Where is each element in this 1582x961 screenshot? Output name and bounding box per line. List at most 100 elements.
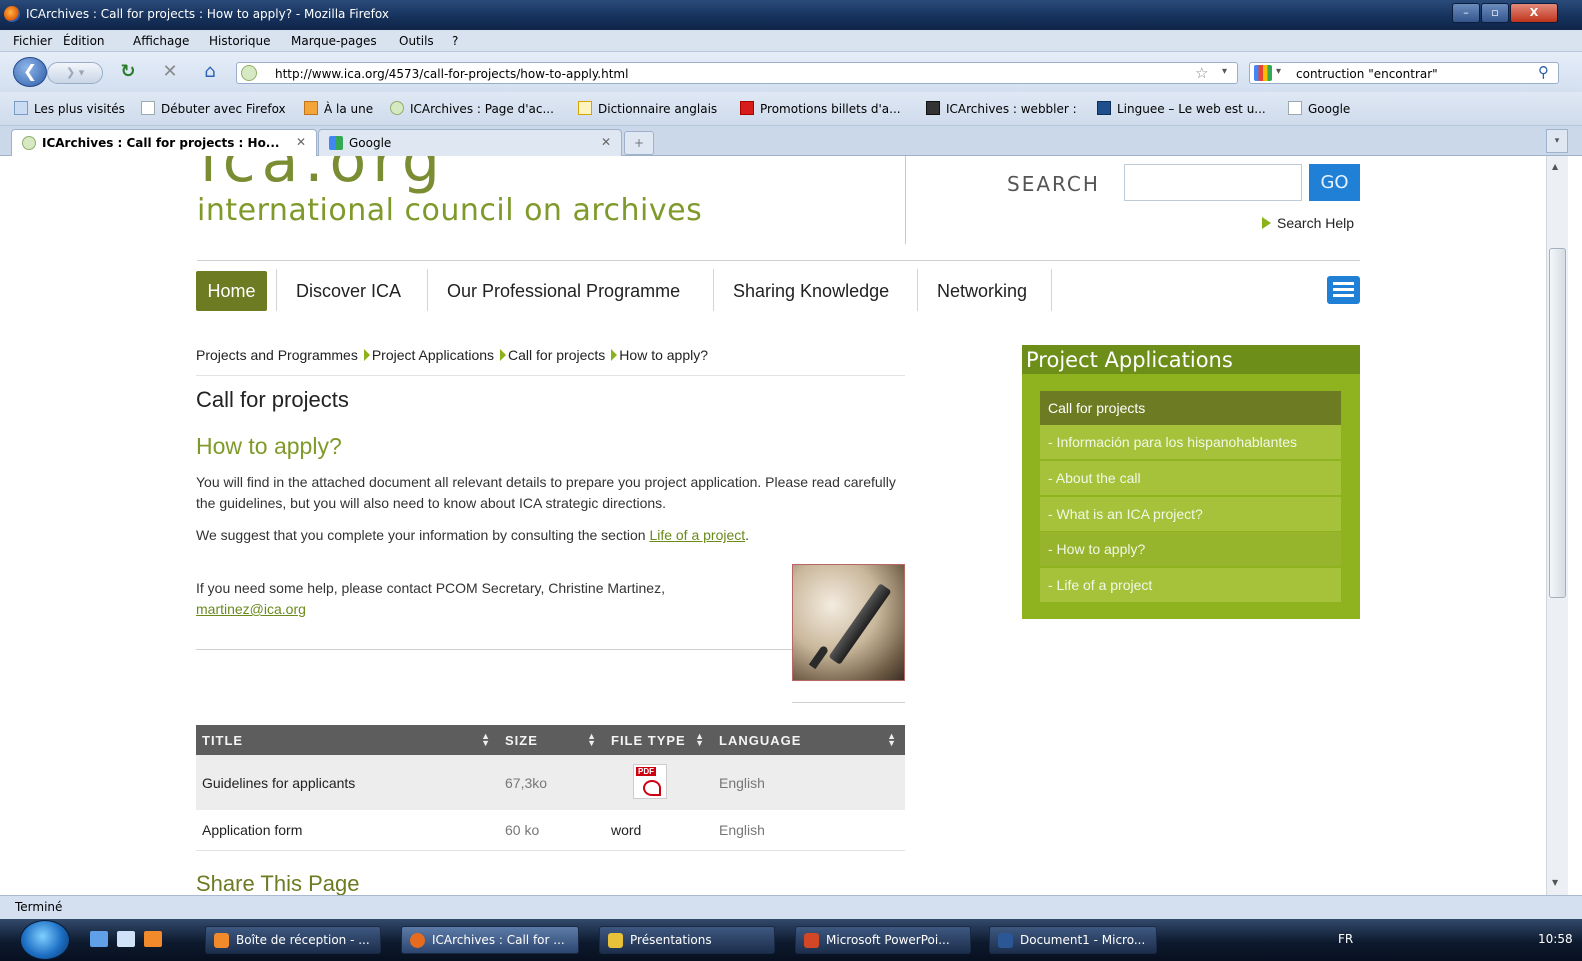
bookmark-getting-started[interactable]: Débuter avec Firefox bbox=[141, 101, 286, 116]
maximize-button[interactable]: ▫ bbox=[1481, 3, 1509, 23]
column-header-language[interactable]: LANGUAGE ▲ ▼ bbox=[713, 725, 905, 755]
status-text: Terminé bbox=[15, 900, 63, 914]
scroll-thumb[interactable] bbox=[1549, 248, 1566, 598]
back-button[interactable]: ❮ bbox=[13, 57, 47, 87]
scroll-down-icon[interactable]: ▼ bbox=[1552, 878, 1558, 887]
forward-button[interactable]: ❯ ▾ bbox=[47, 62, 103, 84]
breadcrumb-item[interactable]: Project Applications bbox=[372, 347, 494, 363]
site-identity-icon[interactable] bbox=[241, 65, 257, 81]
menu-historique[interactable]: Historique bbox=[209, 34, 271, 48]
vertical-scrollbar[interactable]: ▲ ▼ bbox=[1546, 156, 1568, 895]
search-help-link[interactable]: Search Help bbox=[1262, 215, 1354, 231]
breadcrumb-item[interactable]: Call for projects bbox=[508, 347, 605, 363]
menu-help[interactable]: ? bbox=[452, 34, 458, 48]
doc-type[interactable]: word bbox=[605, 810, 713, 851]
url-text[interactable]: http://www.ica.org/4573/call-for-project… bbox=[275, 67, 628, 81]
menu-marque-pages[interactable]: Marque-pages bbox=[291, 34, 377, 48]
url-bar[interactable]: http://www.ica.org/4573/call-for-project… bbox=[236, 62, 1238, 84]
contact-email-link[interactable]: martinez@ica.org bbox=[196, 601, 306, 617]
page-subtitle: How to apply? bbox=[196, 433, 342, 459]
bookmark-linguee[interactable]: Linguee – Le web est u... bbox=[1097, 101, 1266, 116]
sort-icon[interactable]: ▲ ▼ bbox=[587, 732, 597, 748]
search-engine-dropdown[interactable]: ▾ bbox=[1276, 66, 1281, 77]
search-icon[interactable]: ⚲ bbox=[1538, 63, 1549, 81]
nav-networking[interactable]: Networking bbox=[937, 271, 1027, 311]
powerpoint-icon bbox=[804, 933, 819, 948]
sort-icon[interactable]: ▲ ▼ bbox=[887, 732, 897, 748]
show-desktop-icon[interactable] bbox=[90, 931, 108, 947]
table-row[interactable]: Guidelines for applicants 67,3ko English bbox=[196, 755, 905, 810]
taskbar-item-inbox[interactable]: Boîte de réception - ... bbox=[205, 926, 381, 954]
nav-professional-programme[interactable]: Our Professional Programme bbox=[447, 271, 680, 311]
site-search-input[interactable] bbox=[1124, 164, 1302, 201]
table-row[interactable]: Application form 60 ko word English bbox=[196, 810, 905, 851]
column-header-size[interactable]: SIZE ▲ ▼ bbox=[499, 725, 605, 755]
sidebar-item-life-of-project[interactable]: - Life of a project bbox=[1040, 568, 1341, 602]
menu-outils[interactable]: Outils bbox=[399, 34, 434, 48]
sidebar-item-about-the-call[interactable]: - About the call bbox=[1040, 461, 1341, 495]
tab-list-button[interactable]: ▾ bbox=[1546, 129, 1568, 153]
ica-logo[interactable]: ica.org bbox=[200, 156, 446, 196]
status-bar: Terminé bbox=[0, 895, 1582, 919]
breadcrumb-item[interactable]: Projects and Programmes bbox=[196, 347, 358, 363]
sidebar-item-what-is-project[interactable]: - What is an ICA project? bbox=[1040, 497, 1341, 531]
minimize-button[interactable]: – bbox=[1452, 3, 1480, 23]
sort-icon[interactable]: ▲ ▼ bbox=[695, 732, 705, 748]
bookmark-google[interactable]: Google bbox=[1288, 101, 1350, 116]
menu-fichier[interactable]: Fichier bbox=[13, 34, 52, 48]
tab-google[interactable]: Google ✕ bbox=[318, 129, 622, 156]
menu-list-icon[interactable] bbox=[1327, 276, 1360, 304]
nav-sharing-knowledge[interactable]: Sharing Knowledge bbox=[733, 271, 889, 311]
taskbar-item-powerpoint[interactable]: Microsoft PowerPoi... bbox=[795, 926, 971, 954]
reload-icon[interactable]: ↻ bbox=[116, 61, 140, 83]
language-indicator[interactable]: FR bbox=[1338, 932, 1353, 946]
taskbar-item-firefox[interactable]: ICArchives : Call for ... bbox=[401, 926, 579, 954]
sidebar-item-call-for-projects[interactable]: Call for projects bbox=[1040, 391, 1341, 425]
taskbar-item-word[interactable]: Document1 - Micro... bbox=[989, 926, 1157, 954]
search-bar-value[interactable]: contruction "encontrar" bbox=[1296, 67, 1438, 81]
new-tab-button[interactable]: + bbox=[624, 131, 654, 155]
close-button[interactable]: X bbox=[1510, 3, 1558, 23]
menu-edition[interactable]: Édition bbox=[63, 34, 105, 48]
menu-affichage[interactable]: Affichage bbox=[133, 34, 189, 48]
nav-discover-ica[interactable]: Discover ICA bbox=[296, 271, 401, 311]
doc-language: English bbox=[713, 810, 905, 851]
google-engine-icon[interactable] bbox=[1254, 65, 1272, 81]
home-icon[interactable]: ⌂ bbox=[198, 61, 222, 83]
doc-title[interactable]: Guidelines for applicants bbox=[196, 755, 499, 810]
bookmark-dictionnaire[interactable]: Dictionnaire anglais bbox=[578, 101, 717, 116]
url-history-dropdown[interactable]: ▾ bbox=[1222, 66, 1227, 77]
doc-title[interactable]: Application form bbox=[196, 810, 499, 851]
nav-divider bbox=[276, 269, 277, 311]
thunderbird-icon[interactable] bbox=[144, 931, 162, 947]
sidebar-item-how-to-apply[interactable]: - How to apply? bbox=[1040, 532, 1341, 566]
column-header-title[interactable]: TITLE ▲ ▼ bbox=[196, 725, 499, 755]
bookmark-promotions[interactable]: Promotions billets d'a... bbox=[740, 101, 901, 116]
bookmark-most-visited[interactable]: Les plus visités bbox=[14, 101, 125, 116]
contact-paragraph: If you need some help, please contact PC… bbox=[196, 580, 665, 617]
taskbar-item-presentations[interactable]: Présentations bbox=[599, 926, 775, 954]
search-go-button[interactable]: GO bbox=[1309, 164, 1360, 201]
tab-icarchives[interactable]: ICArchives : Call for projects : Ho... ✕ bbox=[11, 129, 317, 156]
fountain-pen-image bbox=[792, 564, 905, 681]
bookmark-star-icon[interactable]: ☆ bbox=[1195, 64, 1208, 82]
search-bar[interactable]: ▾ contruction "encontrar" ⚲ bbox=[1249, 62, 1559, 84]
start-button[interactable] bbox=[20, 920, 70, 960]
icarchives-favicon bbox=[22, 136, 36, 150]
doc-type[interactable] bbox=[605, 755, 713, 810]
bookmark-icarchives-home[interactable]: ICArchives : Page d'ac... bbox=[390, 101, 554, 116]
bookmark-icarchives-webbler[interactable]: ICArchives : webbler : bbox=[926, 101, 1077, 116]
switch-windows-icon[interactable] bbox=[117, 931, 135, 947]
sort-icon[interactable]: ▲ ▼ bbox=[481, 732, 491, 748]
sidebar-item-hispanohablantes[interactable]: - Información para los hispanohablantes bbox=[1040, 425, 1341, 459]
stop-icon[interactable]: ✕ bbox=[158, 61, 182, 83]
nav-home[interactable]: Home bbox=[196, 271, 267, 311]
bookmark-headlines[interactable]: À la une bbox=[304, 101, 373, 116]
column-header-file-type[interactable]: FILE TYPE ▲ ▼ bbox=[605, 725, 713, 755]
pdf-icon[interactable] bbox=[633, 763, 667, 799]
life-of-project-link[interactable]: Life of a project bbox=[649, 527, 745, 543]
tab-close-icon[interactable]: ✕ bbox=[601, 135, 611, 149]
tab-close-icon[interactable]: ✕ bbox=[296, 135, 306, 149]
scroll-up-icon[interactable]: ▲ bbox=[1552, 162, 1558, 171]
clock[interactable]: 10:58 bbox=[1538, 932, 1573, 946]
